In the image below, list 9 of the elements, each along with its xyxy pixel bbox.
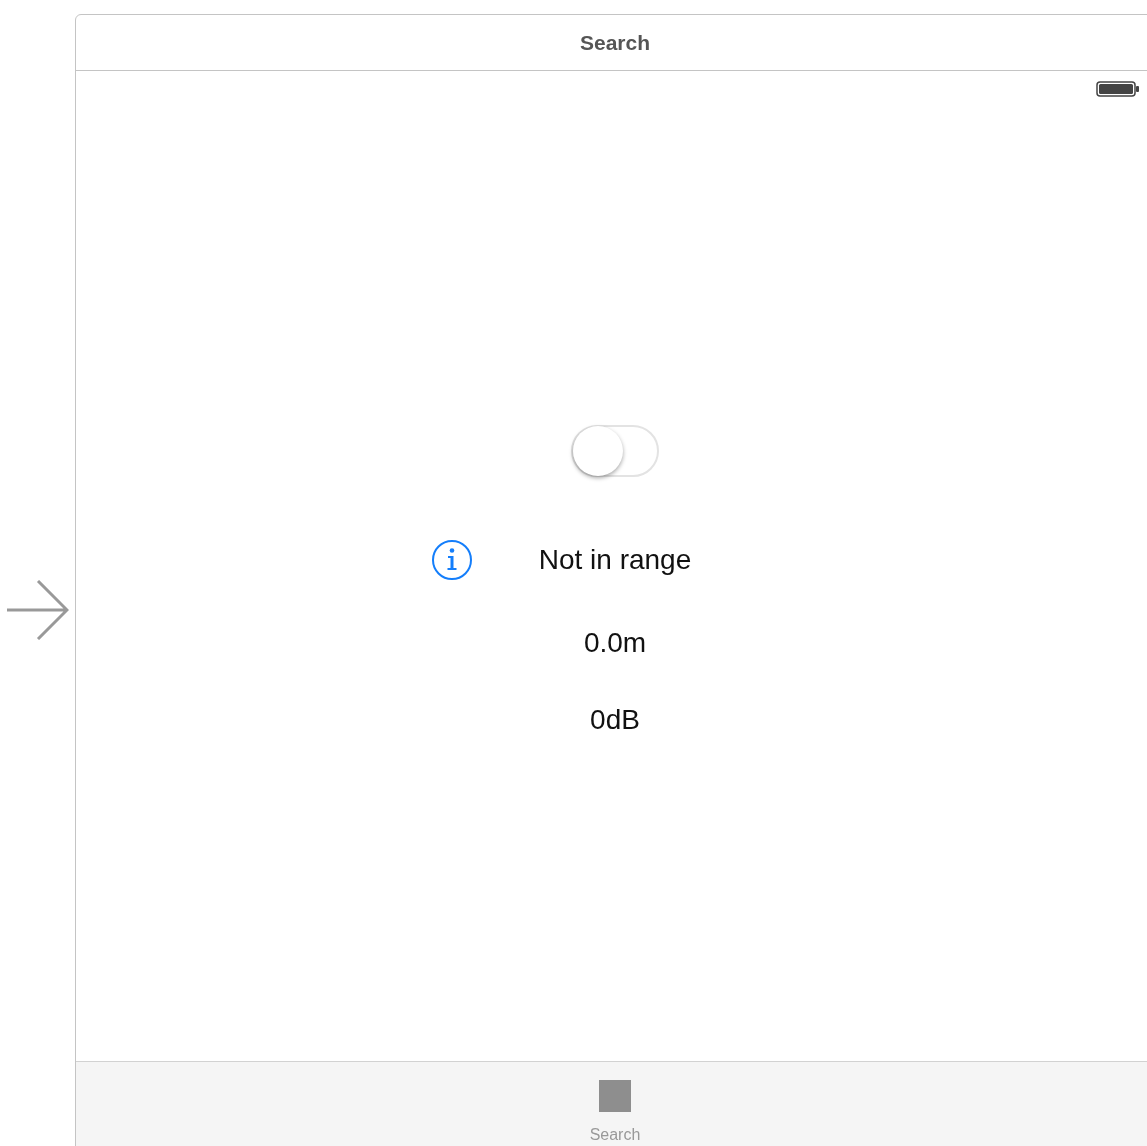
distance-label: 0.0m	[583, 627, 647, 659]
tab-item[interactable]: Search	[589, 1062, 641, 1146]
range-switch[interactable]	[571, 425, 659, 477]
entry-arrow-icon	[6, 580, 69, 640]
info-icon[interactable]	[430, 539, 473, 581]
signal-label: 0dB	[590, 704, 640, 736]
battery-icon	[1096, 81, 1140, 97]
scene-title: Search	[579, 30, 650, 55]
range-status-label: Not in range	[538, 544, 692, 576]
